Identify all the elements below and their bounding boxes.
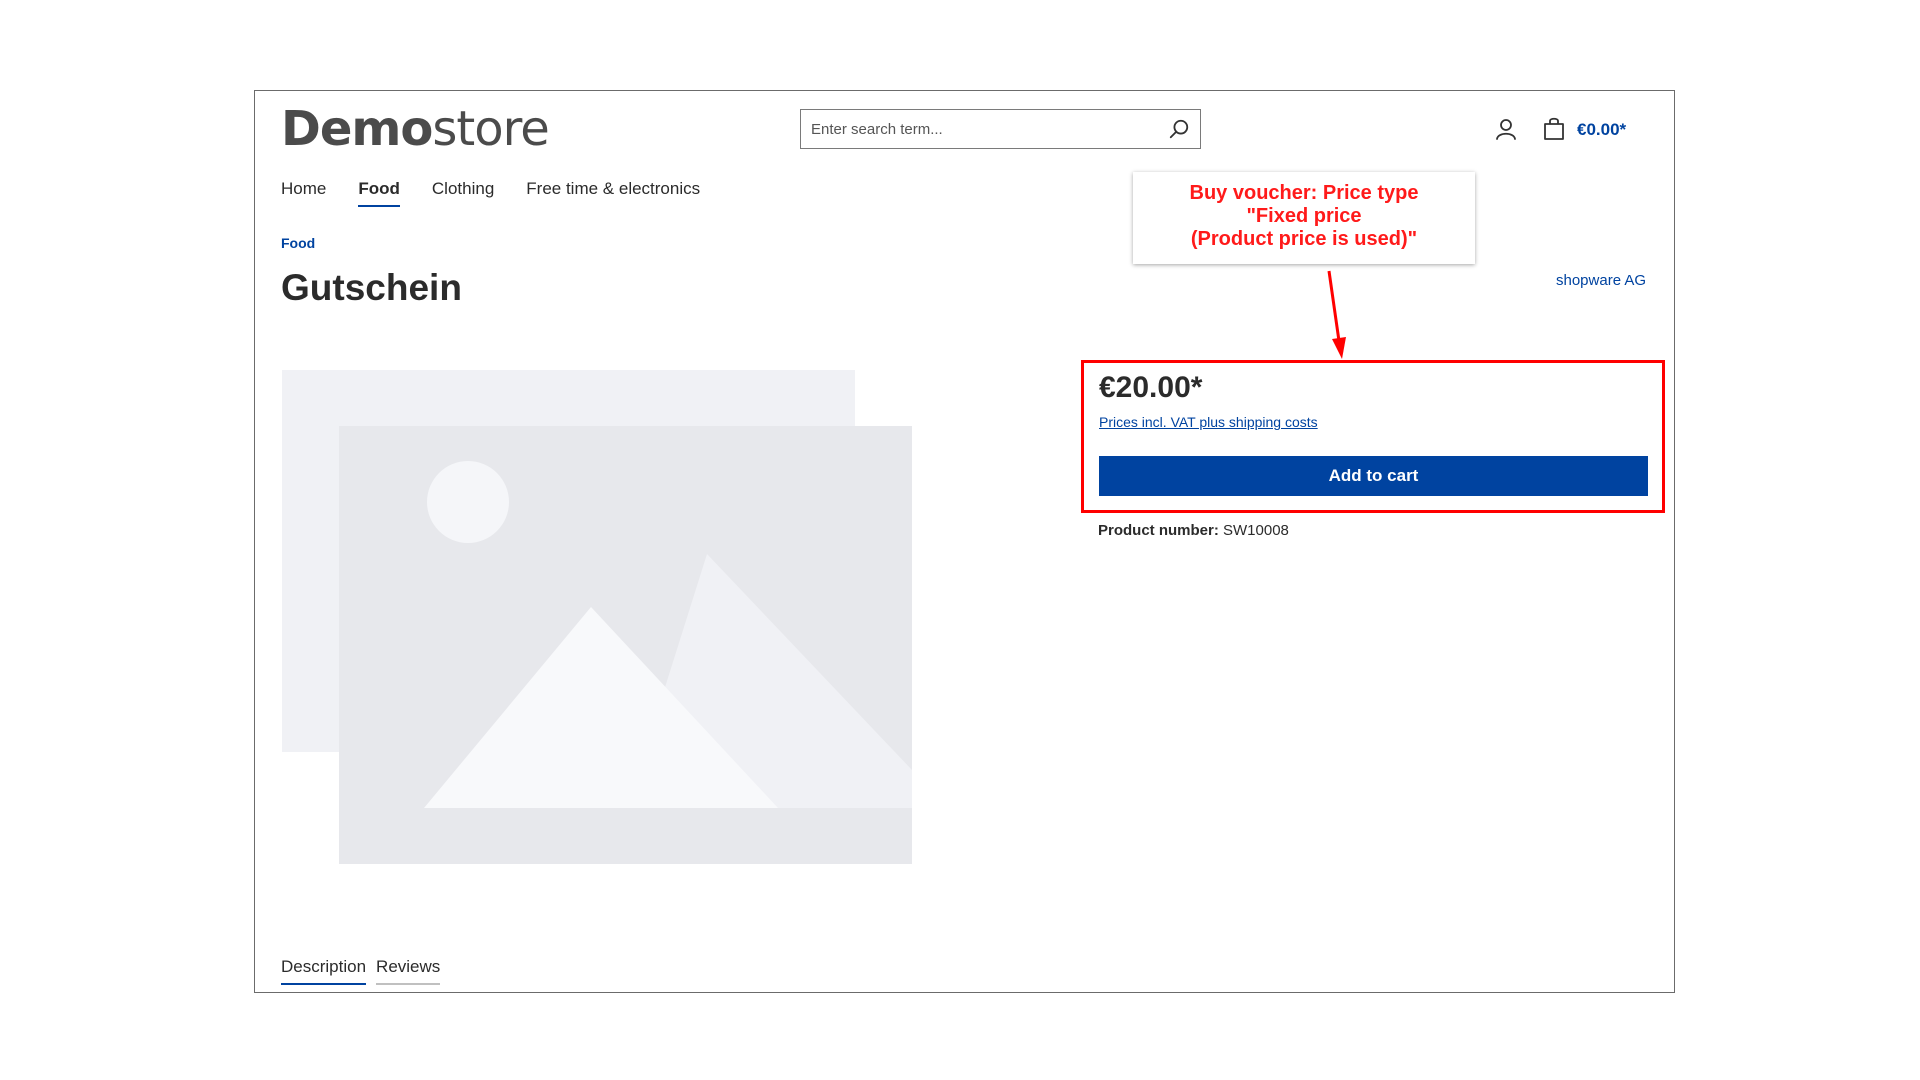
search-input[interactable] bbox=[809, 110, 1153, 148]
annotation-arrow-icon bbox=[1327, 270, 1346, 359]
tax-shipping-link[interactable]: Prices incl. VAT plus shipping costs bbox=[1099, 414, 1318, 430]
browser-frame: Demostore €0.00* Home Food Clothing Free… bbox=[254, 90, 1675, 993]
tab-description[interactable]: Description bbox=[281, 957, 367, 985]
breadcrumb[interactable]: Food bbox=[281, 235, 315, 251]
product-number-value: SW10008 bbox=[1223, 522, 1289, 539]
nav-item-home[interactable]: Home bbox=[281, 179, 326, 205]
nav-item-food[interactable]: Food bbox=[358, 179, 400, 207]
annotation-line-3: (Product price is used)" bbox=[1190, 228, 1418, 250]
logo-light: store bbox=[432, 101, 549, 157]
tab-reviews[interactable]: Reviews bbox=[376, 957, 441, 985]
product-number-label: Product number: bbox=[1098, 522, 1219, 539]
logo-bold: Demo bbox=[281, 101, 433, 157]
annotation-callout: Buy voucher: Price type "Fixed price (Pr… bbox=[1133, 172, 1475, 264]
product-number: Product number: SW10008 bbox=[1098, 522, 1289, 539]
account-icon[interactable] bbox=[1494, 117, 1518, 141]
main-navigation: Home Food Clothing Free time & electroni… bbox=[281, 179, 732, 207]
annotation-line-2: "Fixed price bbox=[1246, 205, 1362, 227]
cart-icon[interactable] bbox=[1542, 116, 1566, 142]
annotation-line-1: Buy voucher: Price type bbox=[1189, 182, 1419, 204]
add-to-cart-button[interactable]: Add to cart bbox=[1099, 456, 1648, 496]
product-image-placeholder bbox=[282, 370, 912, 864]
store-logo[interactable]: Demostore bbox=[281, 101, 550, 157]
product-tabs: Description Reviews bbox=[281, 957, 450, 985]
nav-item-free-time-electronics[interactable]: Free time & electronics bbox=[526, 179, 700, 205]
search-icon[interactable] bbox=[1168, 118, 1190, 140]
manufacturer-link[interactable]: shopware AG bbox=[1556, 272, 1646, 289]
buy-box-highlight: €20.00* Prices incl. VAT plus shipping c… bbox=[1081, 360, 1665, 513]
nav-item-clothing[interactable]: Clothing bbox=[432, 179, 494, 205]
product-title: Gutschein bbox=[281, 267, 462, 308]
product-price: €20.00* bbox=[1099, 371, 1203, 404]
search-box bbox=[800, 109, 1201, 149]
cart-total[interactable]: €0.00* bbox=[1577, 120, 1626, 140]
